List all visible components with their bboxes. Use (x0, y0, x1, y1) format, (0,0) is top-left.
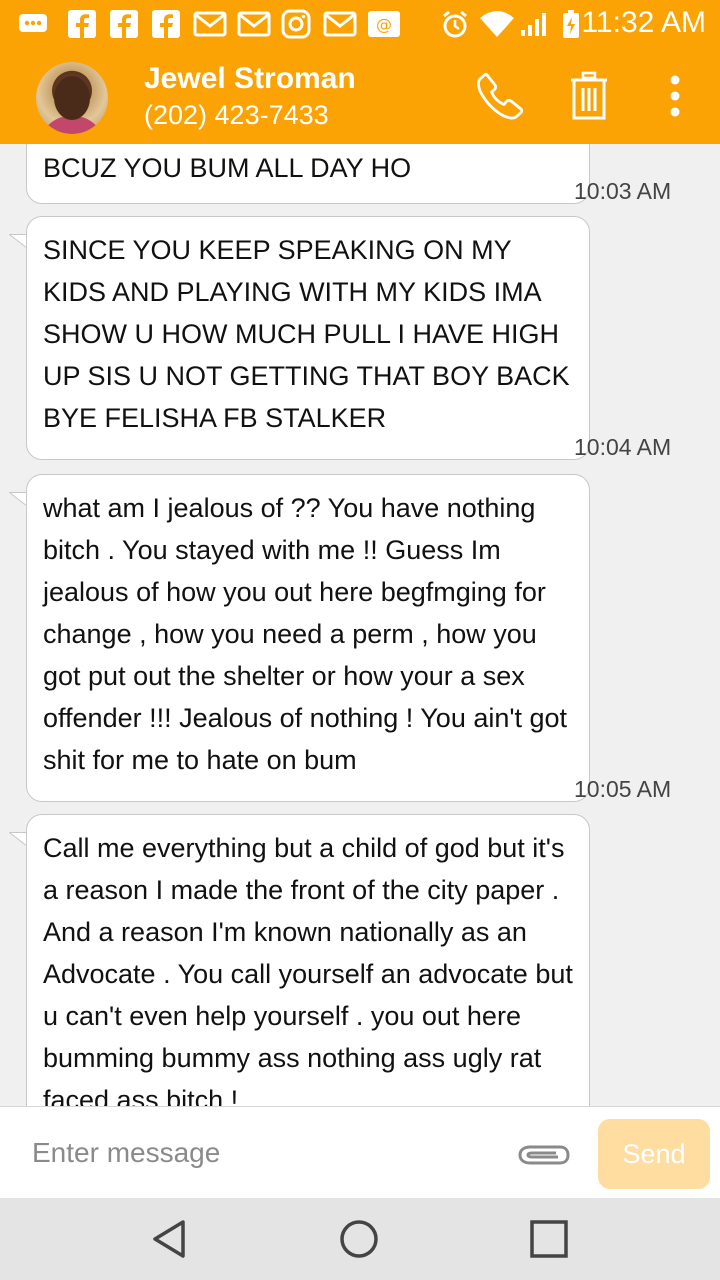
message-item: what am I jealous of ?? You have nothing… (9, 474, 590, 802)
facebook-icon (66, 8, 98, 40)
message-bubble[interactable]: BCUZ YOU BUM ALL DAY HO (26, 144, 590, 204)
delete-button[interactable] (566, 70, 612, 122)
message-composer: Send (0, 1106, 720, 1199)
home-icon (340, 1220, 378, 1258)
back-button[interactable] (146, 1216, 192, 1262)
contact-phone: (202) 423-7433 (144, 100, 329, 130)
alarm-icon (440, 8, 470, 40)
message-time: 10:04 AM (574, 434, 672, 460)
email-icon: @ (366, 8, 402, 40)
facebook-icon (150, 8, 182, 40)
message-time: 10:03 AM (574, 178, 672, 204)
recents-icon (530, 1220, 568, 1258)
message-text: what am I jealous of ?? You have nothing… (43, 493, 568, 775)
status-bar: @ 11:32 AM (0, 0, 720, 48)
phone-icon (477, 72, 524, 120)
message-item: Call me everything but a child of god bu… (9, 814, 590, 1106)
message-text: Call me everything but a child of god bu… (43, 833, 573, 1106)
app-header: @ 11:32 AM Jewel Stroman (202) 423-7433 (0, 0, 720, 144)
more-options-button[interactable] (660, 70, 690, 122)
facebook-icon (108, 8, 140, 40)
message-bubble[interactable]: Call me everything but a child of god bu… (26, 814, 590, 1106)
instagram-icon (280, 8, 312, 40)
navigation-bar (0, 1198, 720, 1280)
battery-icon (560, 8, 582, 40)
signal-icon (518, 8, 552, 40)
message-time: 10:05 AM (574, 776, 672, 802)
paperclip-icon (518, 1145, 570, 1165)
message-bubble[interactable]: what am I jealous of ?? You have nothing… (26, 474, 590, 802)
svg-text:@: @ (376, 15, 392, 34)
trash-icon (571, 71, 607, 120)
message-input[interactable] (30, 1129, 494, 1177)
gmail-icon (192, 8, 228, 40)
message-text: BCUZ YOU BUM ALL DAY HO (43, 153, 412, 183)
wifi-icon (478, 8, 516, 40)
send-button[interactable]: Send (598, 1119, 710, 1189)
more-vert-icon (670, 75, 680, 117)
back-icon (153, 1220, 185, 1258)
attach-button[interactable] (516, 1139, 572, 1174)
gmail-icon (236, 8, 272, 40)
call-button[interactable] (474, 70, 526, 122)
home-button[interactable] (336, 1216, 382, 1262)
contact-name: Jewel Stroman (144, 62, 356, 95)
status-time: 11:32 AM (581, 6, 706, 39)
message-text: SINCE YOU KEEP SPEAKING ON MY KIDS AND P… (43, 235, 570, 433)
contact-avatar[interactable] (36, 62, 108, 134)
message-bubble[interactable]: SINCE YOU KEEP SPEAKING ON MY KIDS AND P… (26, 216, 590, 460)
gmail-icon (322, 8, 358, 40)
recents-button[interactable] (526, 1216, 572, 1262)
message-item: SINCE YOU KEEP SPEAKING ON MY KIDS AND P… (9, 216, 590, 460)
message-item: BCUZ YOU BUM ALL DAY HO (26, 144, 590, 204)
message-thread[interactable]: BCUZ YOU BUM ALL DAY HO 10:03 AM SINCE Y… (0, 144, 720, 1106)
chat-bubble-icon (18, 8, 48, 40)
